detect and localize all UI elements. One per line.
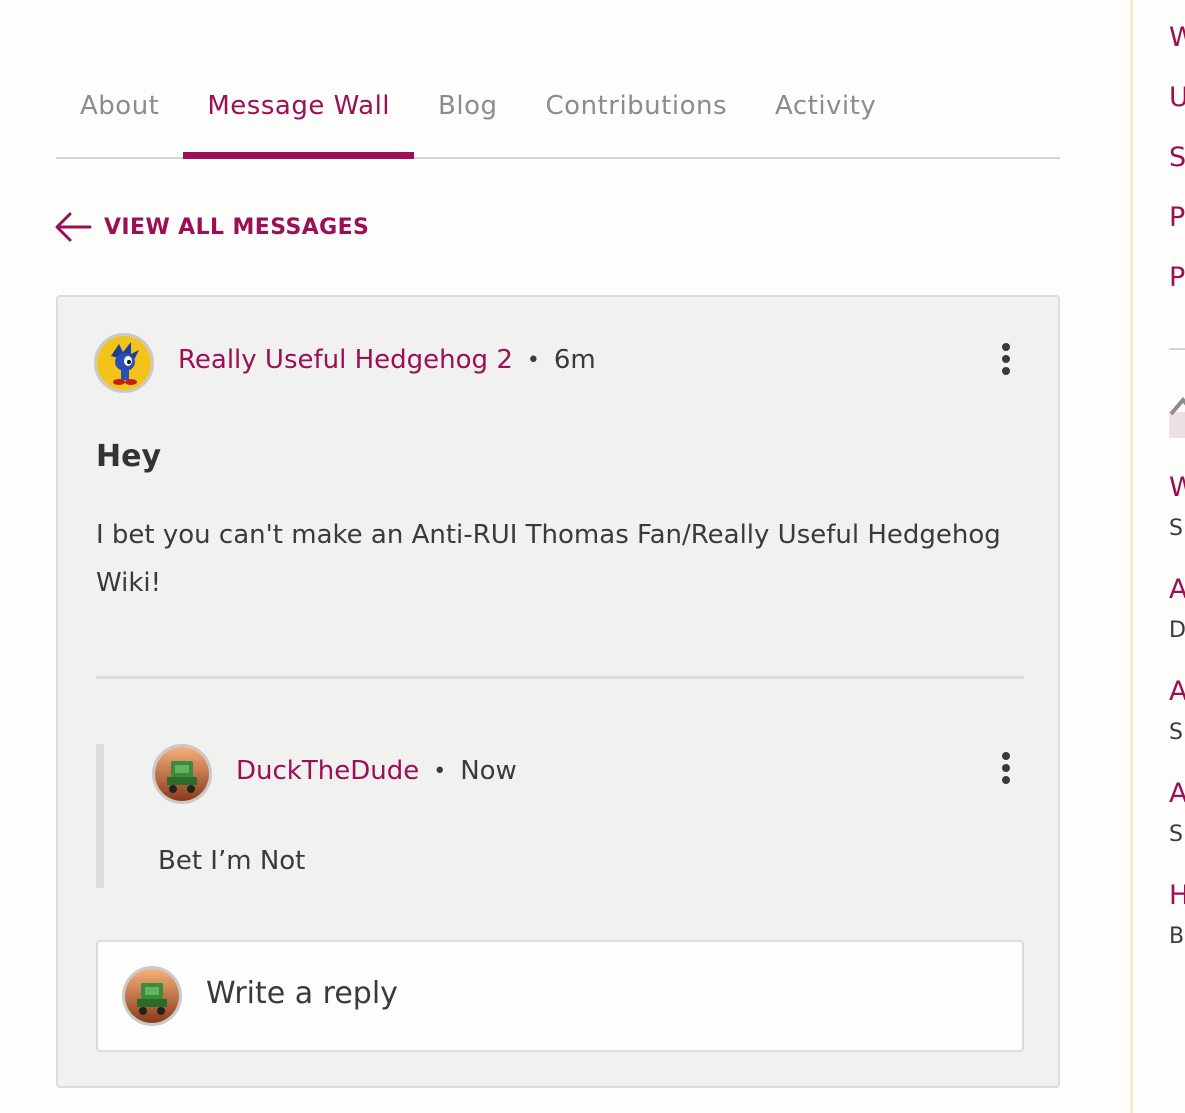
rail-divider <box>1169 348 1185 350</box>
rail-item-subtitle: B <box>1169 924 1185 949</box>
divider <box>96 676 1024 679</box>
hedgehog-avatar-image <box>97 336 151 390</box>
view-all-messages-label: VIEW ALL MESSAGES <box>104 214 370 240</box>
tab-about[interactable]: About <box>56 72 183 157</box>
write-reply-placeholder: Write a reply <box>206 976 398 1011</box>
rail-link[interactable]: S <box>1169 142 1185 173</box>
rail-item-subtitle: S <box>1169 720 1183 745</box>
rail-link[interactable]: P <box>1169 202 1185 233</box>
tab-contributions[interactable]: Contributions <box>522 72 751 157</box>
rail-link[interactable]: P <box>1169 262 1185 293</box>
rail-link[interactable]: W <box>1169 22 1185 53</box>
reply-author-line: DuckTheDude • Now <box>236 756 517 786</box>
author-avatar[interactable] <box>94 333 154 393</box>
reply-more-options-icon[interactable] <box>994 748 1018 788</box>
reply-author-avatar[interactable] <box>152 744 212 804</box>
view-all-messages-link[interactable]: VIEW ALL MESSAGES <box>54 208 369 246</box>
arrow-left-icon <box>55 212 92 242</box>
rail-item-title[interactable]: A <box>1169 778 1185 809</box>
reply-timestamp: Now <box>460 756 517 786</box>
rail-item-title[interactable]: A <box>1169 574 1185 605</box>
main-content: About Message Wall Blog Contributions Ac… <box>0 0 1130 1113</box>
post-title: Hey <box>96 439 162 474</box>
engine-avatar-image <box>125 969 179 1023</box>
post-body: I bet you can't make an Anti-RUI Thomas … <box>96 520 1001 598</box>
tab-message-wall[interactable]: Message Wall <box>183 72 414 159</box>
tab-blog[interactable]: Blog <box>414 72 521 157</box>
write-reply-input[interactable]: Write a reply <box>96 940 1024 1052</box>
rail-item-subtitle: S <box>1169 516 1183 541</box>
rail-link[interactable]: U <box>1169 82 1185 113</box>
message-thread-card: Really Useful Hedgehog 2 • 6m Hey I bet … <box>56 295 1060 1088</box>
thread-author-name[interactable]: Really Useful Hedgehog 2 <box>178 345 513 375</box>
rail-item-title[interactable]: H <box>1169 880 1185 911</box>
rail-item-subtitle: S <box>1169 822 1183 847</box>
reply-author-name[interactable]: DuckTheDude <box>236 756 419 786</box>
rail-item-title[interactable]: W <box>1169 472 1185 503</box>
right-rail: W U S P P W S A D A S A S H B <box>1130 0 1185 1113</box>
rail-item-title[interactable]: A <box>1169 676 1185 707</box>
reply-item: DuckTheDude • Now Bet I’m Not <box>96 744 1024 888</box>
separator-dot: • <box>433 758 447 784</box>
tab-activity[interactable]: Activity <box>751 72 900 157</box>
thread-more-options-icon[interactable] <box>994 339 1018 379</box>
chevron-up-icon[interactable] <box>1169 396 1185 416</box>
current-user-avatar <box>122 966 182 1026</box>
rail-item-subtitle: D <box>1169 618 1185 643</box>
separator-dot: • <box>526 347 540 373</box>
profile-tabs: About Message Wall Blog Contributions Ac… <box>56 72 1060 159</box>
reply-body: Bet I’m Not <box>158 846 306 876</box>
thread-author-line: Really Useful Hedgehog 2 • 6m <box>178 345 596 375</box>
thread-timestamp: 6m <box>553 345 596 375</box>
engine-avatar-image <box>155 747 209 801</box>
